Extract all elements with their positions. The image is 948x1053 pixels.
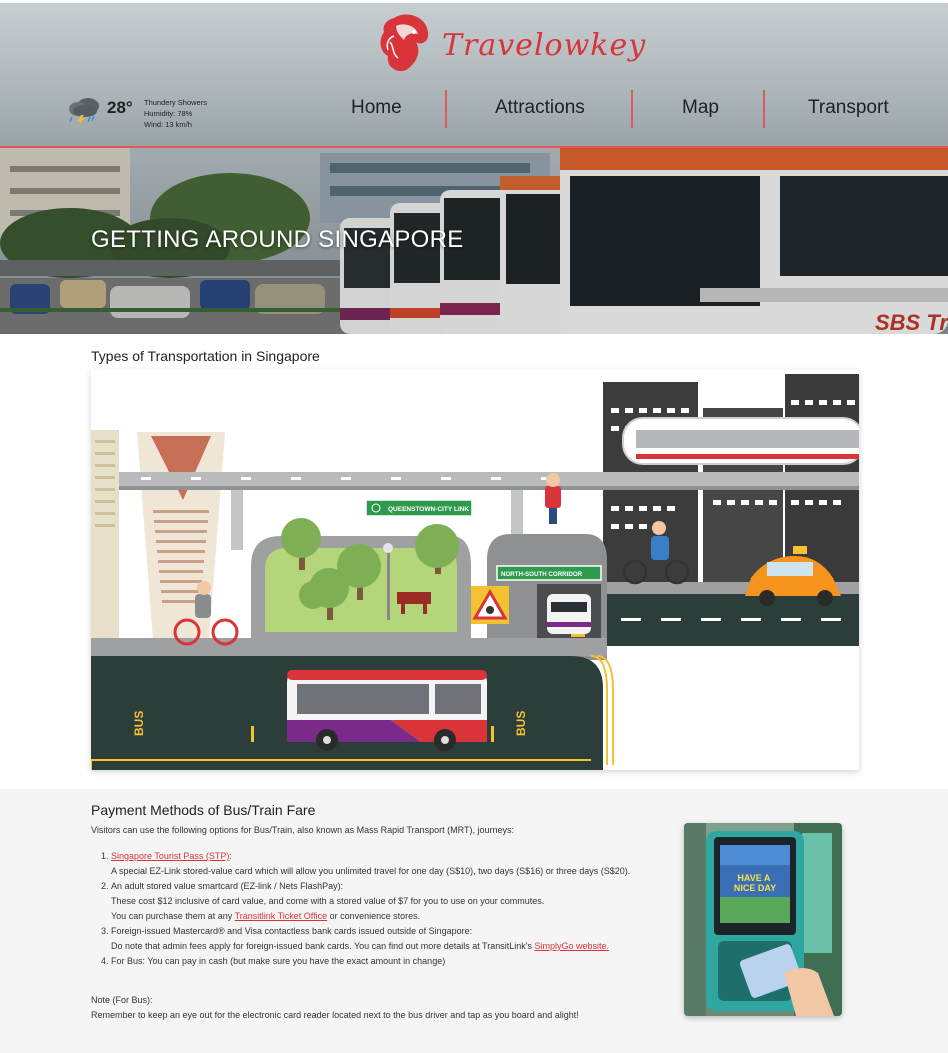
bus-lane-marking-left: BUS bbox=[132, 711, 146, 736]
payment-section-title: Payment Methods of Bus/Train Fare bbox=[91, 802, 316, 818]
nav-divider bbox=[445, 90, 447, 128]
weather-temperature: 28° bbox=[107, 98, 133, 117]
singapore-tourist-pass-link[interactable]: Singapore Tourist Pass (STP) bbox=[111, 851, 229, 861]
transitlink-ticket-office-link[interactable]: Transitlink Ticket Office bbox=[235, 911, 328, 921]
weather-wind: Wind: 13 km/h bbox=[144, 120, 192, 129]
nav-divider bbox=[631, 90, 633, 128]
bus-note-text: Remember to keep an eye out for the elec… bbox=[91, 1010, 579, 1020]
nav-item-transport[interactable]: Transport bbox=[808, 97, 889, 119]
cash-payment-text: For Bus: You can pay in cash (but make s… bbox=[111, 956, 446, 966]
smartcard-cost-text: These cost $12 inclusive of card value, … bbox=[111, 896, 545, 906]
page-title: GETTING AROUND SINGAPORE bbox=[91, 226, 464, 253]
card-reader-image: HAVE A NICE DAY bbox=[684, 823, 842, 1016]
site-header: Travelowkey 28° Thundery Showers Humidit… bbox=[0, 0, 948, 148]
payment-intro: Visitors can use the following options f… bbox=[91, 825, 515, 835]
nav-divider bbox=[763, 90, 765, 128]
card-reader-photo: HAVE A NICE DAY bbox=[684, 823, 842, 1016]
simplygo-website-link[interactable]: SimplyGo website. bbox=[534, 941, 609, 951]
list-item: For Bus: You can pay in cash (but make s… bbox=[111, 954, 681, 969]
bus-note-heading: Note (For Bus): bbox=[91, 995, 153, 1005]
list-item: Foreign-issued Mastercard® and Visa cont… bbox=[111, 924, 681, 954]
lion-logo-icon[interactable] bbox=[376, 12, 432, 74]
weather-details: Thundery Showers Humidity: 78% Wind: 13 … bbox=[144, 97, 207, 130]
weather-humidity: Humidity: 78% bbox=[144, 109, 193, 118]
reader-screen-message: HAVE A NICE DAY bbox=[734, 873, 776, 893]
brand-name[interactable]: Travelowkey bbox=[442, 28, 646, 63]
list-item-colon: : bbox=[229, 851, 232, 861]
bus-lane-marking-right: BUS bbox=[514, 711, 528, 736]
list-item: Singapore Tourist Pass (STP): A special … bbox=[111, 849, 681, 879]
bank-card-heading: Foreign-issued Mastercard® and Visa cont… bbox=[111, 926, 473, 936]
north-south-corridor-sign: NORTH-SOUTH CORRIDOR bbox=[501, 571, 583, 578]
transport-section-title: Types of Transportation in Singapore bbox=[91, 348, 320, 364]
payment-methods-list: Singapore Tourist Pass (STP): A special … bbox=[91, 849, 681, 969]
smartcard-purchase-suffix: or convenience stores. bbox=[327, 911, 421, 921]
nav-item-map[interactable]: Map bbox=[682, 97, 719, 119]
smartcard-purchase-text: You can purchase them at any bbox=[111, 911, 235, 921]
thunderstorm-icon bbox=[69, 98, 99, 126]
weather-condition: Thundery Showers bbox=[144, 98, 207, 107]
queenstown-city-link-sign: QUEENSTOWN-CITY LINK bbox=[388, 506, 469, 513]
tourist-pass-description: A special EZ-Link stored-value card whic… bbox=[111, 866, 631, 876]
transport-illustration: QUEENSTOWN-CITY LINK NORTH-SOUTH CORRIDO… bbox=[91, 370, 859, 770]
transport-illustration-image: QUEENSTOWN-CITY LINK NORTH-SOUTH CORRIDO… bbox=[91, 370, 859, 770]
list-item: An adult stored value smartcard (EZ-link… bbox=[111, 879, 681, 924]
nav-item-home[interactable]: Home bbox=[351, 97, 402, 119]
smartcard-heading: An adult stored value smartcard (EZ-link… bbox=[111, 881, 344, 891]
bank-card-note: Do note that admin fees apply for foreig… bbox=[111, 941, 535, 951]
nav-item-attractions[interactable]: Attractions bbox=[495, 97, 585, 119]
